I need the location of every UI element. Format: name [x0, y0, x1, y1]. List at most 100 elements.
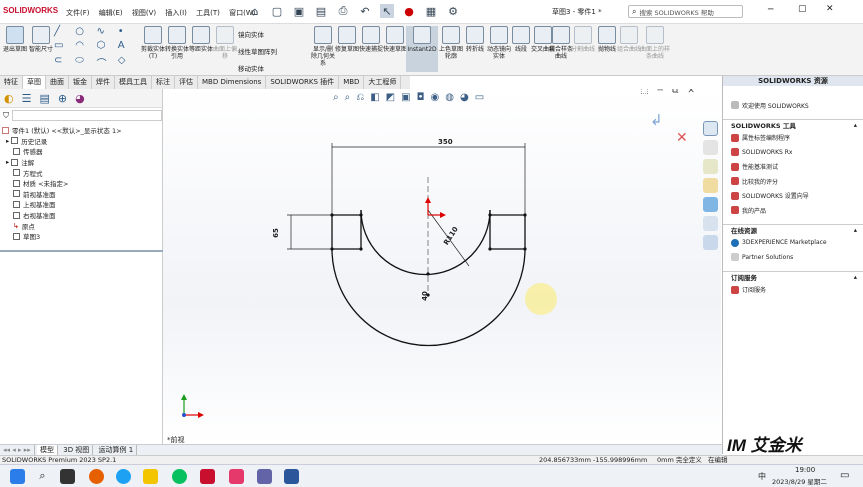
- composite-curve-button[interactable]: 组合曲线: [616, 26, 642, 53]
- spline-icon[interactable]: ∿: [97, 26, 117, 39]
- smart-dimension-button[interactable]: 智能尺寸: [28, 26, 54, 53]
- config-manager-icon[interactable]: ▤: [39, 92, 49, 105]
- online-item[interactable]: Partner Solutions: [723, 250, 863, 265]
- tab-markup[interactable]: 标注: [152, 76, 175, 89]
- file-props-icon[interactable]: ▦: [424, 4, 438, 18]
- repair-sketch-button[interactable]: 修复草图: [334, 26, 360, 53]
- dim-height-label[interactable]: 65: [272, 228, 280, 238]
- exit-sketch-button[interactable]: 退出草图: [2, 26, 28, 53]
- slot-icon[interactable]: ⊂: [54, 55, 74, 72]
- offset-entities-button[interactable]: 等距实体: [188, 26, 214, 53]
- tree-item-sensors[interactable]: 传感器: [2, 146, 162, 157]
- ellipse-icon[interactable]: ⬭: [75, 55, 95, 72]
- display-delete-relations-button[interactable]: 显示/删除几何关系: [310, 26, 336, 67]
- instant2d-button[interactable]: Instant2D: [406, 26, 438, 72]
- feature-manager-icon[interactable]: ◐: [4, 92, 14, 105]
- close-icon[interactable]: ✕: [826, 4, 834, 14]
- quick-snaps-button[interactable]: 快速捕捉: [358, 26, 384, 53]
- subscription-item[interactable]: 订阅服务: [723, 283, 863, 298]
- tab-model[interactable]: 模型: [37, 445, 58, 455]
- jog-line-button[interactable]: 转折线: [462, 26, 488, 53]
- search-input[interactable]: 搜索 SOLIDWORKS 帮助: [639, 7, 713, 17]
- open-icon[interactable]: ▣: [292, 4, 306, 18]
- edge-icon[interactable]: [116, 469, 131, 484]
- folder-tab-icon[interactable]: [702, 159, 718, 174]
- dimxpert-icon[interactable]: ⊕: [58, 92, 67, 105]
- task-view-icon[interactable]: [60, 469, 75, 484]
- tab-sketch[interactable]: 草图: [23, 76, 46, 89]
- tab-weldments[interactable]: 焊件: [92, 76, 115, 89]
- menu-file[interactable]: 文件(F): [66, 8, 90, 18]
- tab-mold-tools[interactable]: 模具工具: [115, 76, 152, 89]
- appearance-tab-icon[interactable]: [702, 197, 718, 212]
- new-file-icon[interactable]: ▢: [270, 4, 284, 18]
- menu-edit[interactable]: 编辑(E): [99, 8, 123, 18]
- collapse-icon[interactable]: ▴: [854, 273, 857, 281]
- menu-view[interactable]: 视图(V): [132, 8, 156, 18]
- circle-icon[interactable]: ○: [75, 26, 95, 39]
- home-icon[interactable]: ⌂: [248, 4, 262, 18]
- tab-engineer[interactable]: 大工程师: [364, 76, 402, 89]
- plane-icon[interactable]: ◇: [118, 55, 138, 72]
- filter-input[interactable]: [12, 110, 162, 121]
- solidworks-icon[interactable]: [200, 469, 215, 484]
- search-icon[interactable]: ⌕: [35, 469, 50, 484]
- tree-item-material[interactable]: 材质 <未指定>: [2, 178, 162, 189]
- collapse-icon[interactable]: ▴: [854, 121, 857, 129]
- tree-item-annotations[interactable]: ▸ 注解: [2, 157, 162, 168]
- rectangle-icon[interactable]: ▭: [54, 40, 74, 53]
- display-manager-icon[interactable]: ◕: [75, 92, 85, 105]
- explorer-icon[interactable]: [143, 469, 158, 484]
- clock-date[interactable]: 2023/8/29 星期二: [772, 476, 827, 486]
- offset-on-surface-button[interactable]: 曲面上偏移: [212, 26, 238, 60]
- forum-tab-icon[interactable]: [702, 235, 718, 250]
- text-icon[interactable]: A: [118, 40, 138, 53]
- traffic-light-icon[interactable]: ●: [402, 4, 416, 18]
- arc-icon[interactable]: ◠: [75, 40, 95, 53]
- menu-insert[interactable]: 插入(I): [165, 8, 187, 18]
- teams-icon[interactable]: [257, 469, 272, 484]
- welcome-link[interactable]: 欢迎使用 SOLIDWORKS: [723, 98, 863, 113]
- tree-item-right-plane[interactable]: 右视基准面: [2, 210, 162, 221]
- tool-item[interactable]: 性能基准测试: [723, 160, 863, 175]
- tool-item[interactable]: 比较我的评分: [723, 174, 863, 189]
- tab-mbd[interactable]: MBD: [339, 76, 365, 89]
- gear-icon[interactable]: ⚙: [446, 4, 460, 18]
- custom-props-tab-icon[interactable]: [702, 216, 718, 231]
- tab-sheet-metal[interactable]: 钣金: [69, 76, 92, 89]
- point-icon[interactable]: •: [118, 26, 138, 39]
- tool-item[interactable]: SOLIDWORKS Rx: [723, 145, 863, 160]
- linear-pattern-button[interactable]: 线性草图阵列: [238, 44, 277, 61]
- tree-item-front-plane[interactable]: 前视基准面: [2, 189, 162, 200]
- tree-item-history[interactable]: ▸ 历史记录: [2, 136, 162, 147]
- dim-width-label[interactable]: 350: [438, 138, 453, 146]
- firefox-icon[interactable]: [89, 469, 104, 484]
- rollback-bar[interactable]: [0, 250, 163, 252]
- app-icon[interactable]: [229, 469, 244, 484]
- maximize-icon[interactable]: ▢: [798, 4, 807, 14]
- filter-icon[interactable]: ⛉: [3, 111, 9, 121]
- tab-nav-arrows[interactable]: ◂◂ ◂ ▸ ▸▸: [0, 445, 35, 455]
- library-tab-icon[interactable]: [702, 140, 718, 155]
- tab-evaluate[interactable]: 评估: [175, 76, 198, 89]
- dim-bottom-label[interactable]: 40: [421, 291, 429, 301]
- online-section-header[interactable]: 在线资源 ▴: [723, 223, 863, 236]
- home-tab-icon[interactable]: [702, 121, 718, 136]
- clock-time[interactable]: 19:00: [795, 466, 815, 474]
- tab-mbd-dimensions[interactable]: MBD Dimensions: [198, 76, 267, 89]
- view-palette-tab-icon[interactable]: [702, 178, 718, 193]
- polygon-icon[interactable]: ⬡: [97, 40, 117, 53]
- save-icon[interactable]: ▤: [314, 4, 328, 18]
- menu-tools[interactable]: 工具(T): [196, 8, 220, 18]
- subscription-section-header[interactable]: 订阅服务 ▴: [723, 270, 863, 283]
- start-icon[interactable]: [10, 469, 25, 484]
- search-box[interactable]: ⌕ 搜索 SOLIDWORKS 帮助: [628, 5, 743, 18]
- notification-icon[interactable]: ▭: [840, 470, 849, 481]
- tree-item-equations[interactable]: 方程式: [2, 167, 162, 178]
- tree-root[interactable]: 零件1 (默认) <<默认>_显示状态 1>: [2, 125, 162, 136]
- undo-icon[interactable]: ↶: [358, 4, 372, 18]
- tab-addins[interactable]: SOLIDWORKS 插件: [266, 76, 340, 89]
- rapid-sketch-button[interactable]: 快速草图: [382, 26, 408, 53]
- spline-on-surface-button[interactable]: 曲面上的样条曲线: [640, 26, 670, 60]
- print-icon[interactable]: ⎙: [336, 4, 350, 18]
